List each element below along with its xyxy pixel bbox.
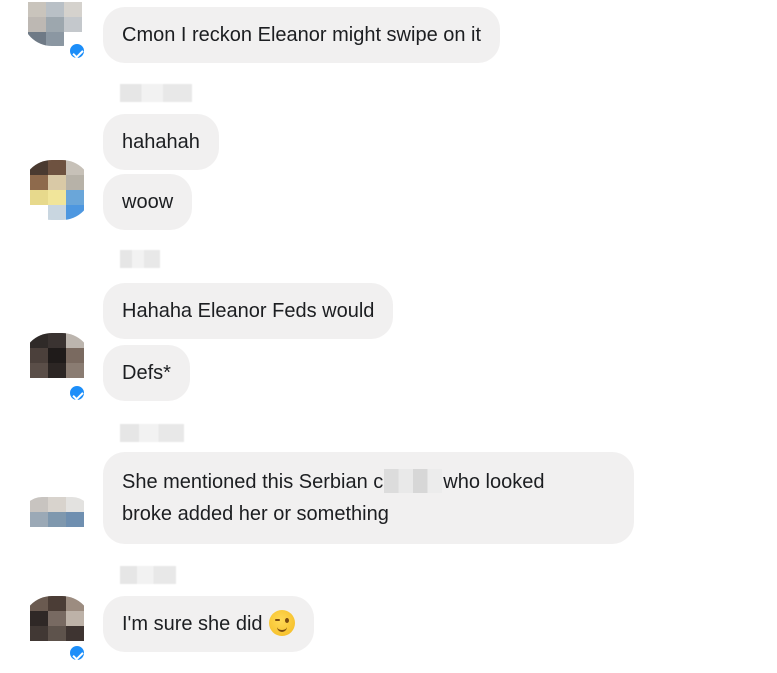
avatar[interactable] [22, 497, 92, 537]
avatar[interactable] [22, 160, 92, 220]
message-text-line: She mentioned this Serbian c who looked [122, 466, 615, 498]
chat-thread: Cmon I reckon Eleanor might swipe on it … [0, 0, 777, 673]
message-text: broke added her or something [122, 503, 389, 525]
messenger-badge-icon [68, 384, 86, 402]
message-text-line: broke added her or something [122, 498, 615, 530]
avatar[interactable] [22, 2, 92, 46]
message-text: I'm sure she did [122, 613, 263, 635]
message-bubble[interactable]: Cmon I reckon Eleanor might swipe on it [103, 7, 501, 63]
message-text: Hahaha Eleanor Feds would [122, 300, 375, 322]
message-bubble[interactable]: woow [103, 174, 193, 230]
message-bubble[interactable]: She mentioned this Serbian c who looked b… [103, 452, 634, 544]
avatar[interactable] [22, 333, 92, 393]
message-bubble[interactable]: Defs* [103, 345, 190, 401]
sender-name-redacted [120, 250, 160, 268]
sender-name-redacted [120, 566, 176, 584]
message-bubble[interactable]: hahahah [103, 114, 219, 170]
winking-face-emoji [268, 610, 295, 636]
redacted-word [384, 469, 443, 493]
messenger-badge-icon [68, 644, 86, 662]
message-text: woow [122, 191, 174, 213]
sender-name-redacted [120, 84, 192, 102]
message-text: hahahah [122, 131, 200, 153]
sender-name-redacted [120, 424, 184, 442]
emoji-eye [284, 618, 289, 623]
message-bubble[interactable]: I'm sure she did [103, 596, 314, 652]
message-text: She mentioned this Serbian c [122, 471, 384, 493]
message-text: Cmon I reckon Eleanor might swipe on it [122, 24, 482, 46]
messenger-badge-icon [68, 42, 86, 60]
message-text: Defs* [122, 362, 171, 384]
message-text: who looked [443, 471, 545, 493]
message-bubble[interactable]: Hahaha Eleanor Feds would [103, 283, 394, 339]
